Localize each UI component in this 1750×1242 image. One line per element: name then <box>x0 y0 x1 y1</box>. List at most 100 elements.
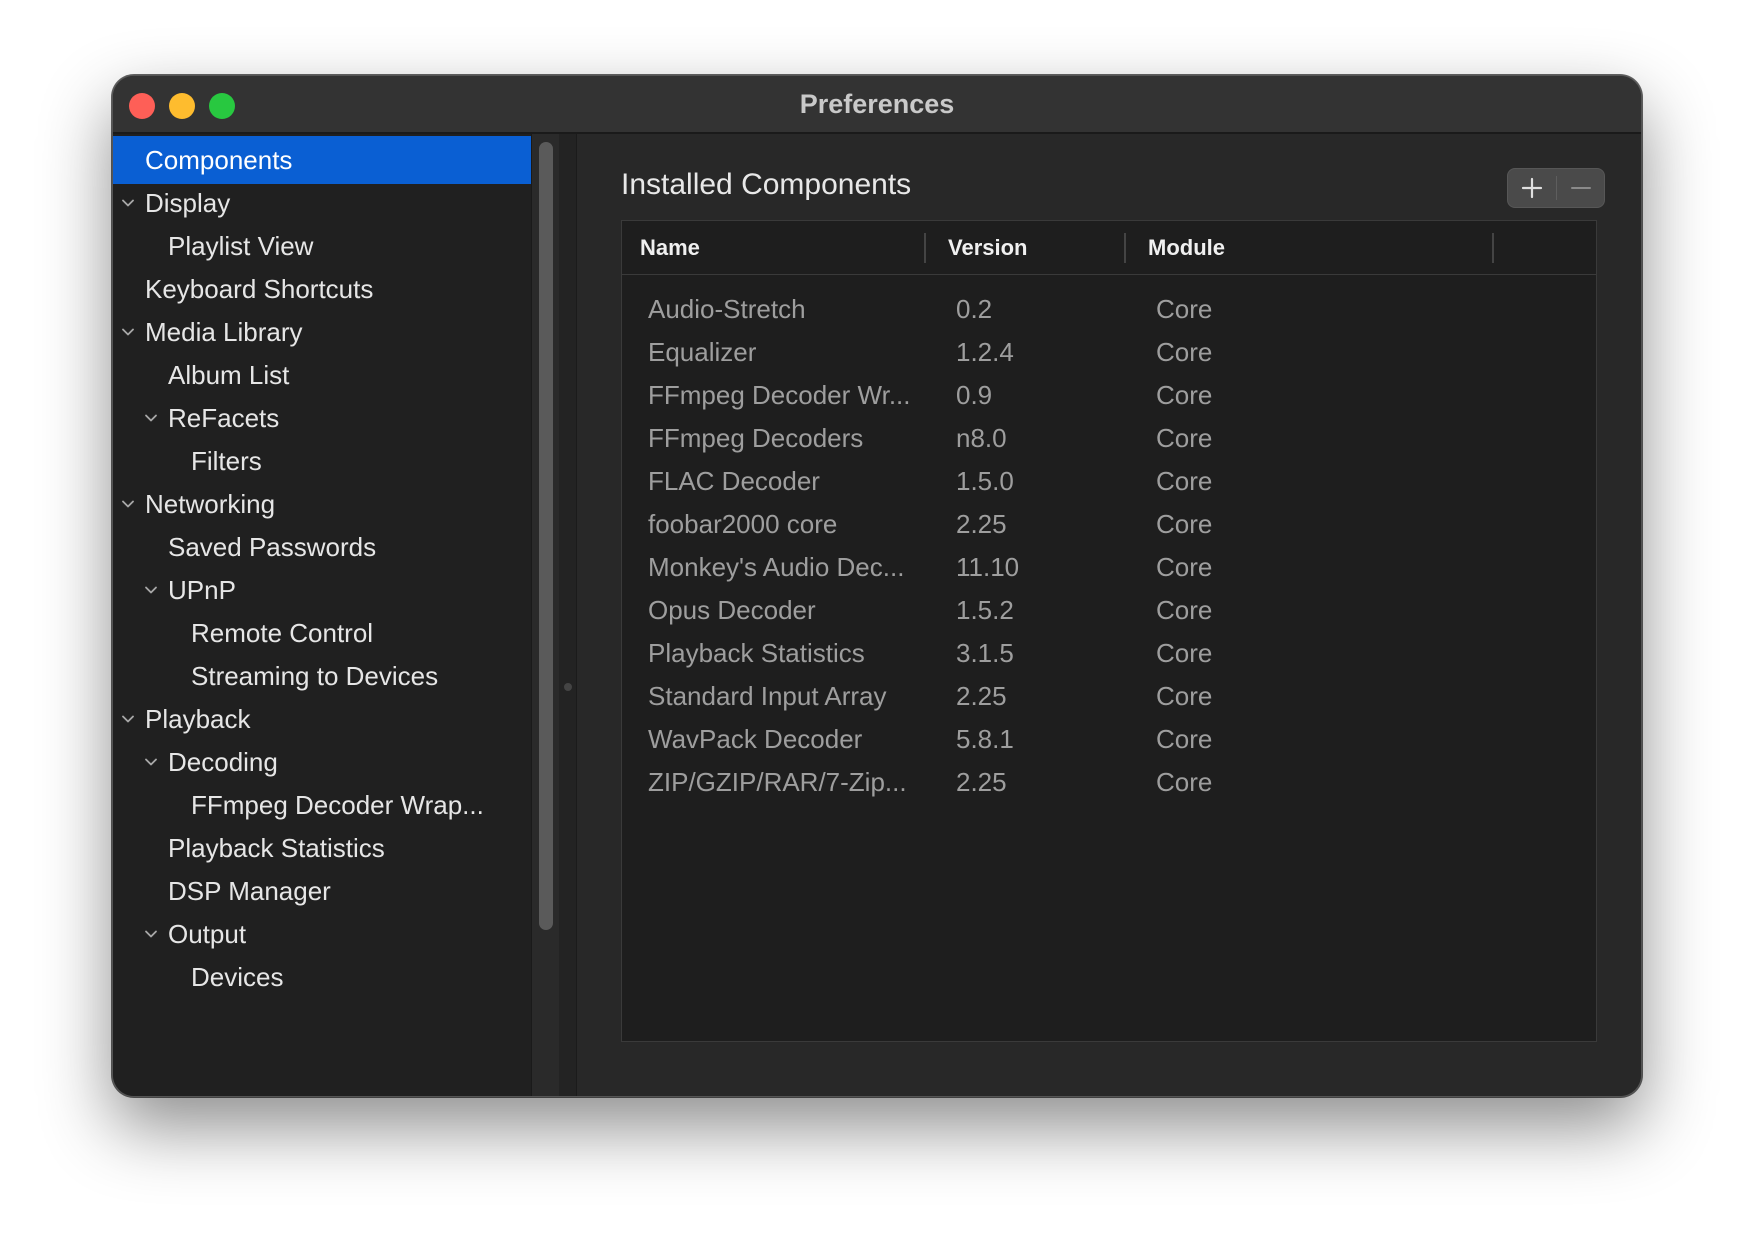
table-row[interactable]: FFmpeg Decoders n8.0 Core <box>622 414 1596 462</box>
sidebar-item-label: Playback <box>145 704 251 734</box>
table-row[interactable]: Audio-Stretch 0.2 Core <box>622 285 1596 333</box>
table-header: Name Version Module <box>622 221 1596 275</box>
sidebar-item[interactable]: Devices <box>113 953 531 1001</box>
components-panel: Installed Components Name Version Module <box>577 134 1641 1096</box>
sidebar-item-label: Playlist View <box>168 231 314 261</box>
preferences-sidebar-tree[interactable]: Components Display Playlist View Keyboard S… <box>113 134 531 1096</box>
sidebar-item[interactable]: ReFacets <box>113 394 531 442</box>
cell-name: Opus Decoder <box>648 595 816 625</box>
table-row[interactable]: Playback Statistics 3.1.5 Core <box>622 629 1596 677</box>
split-view-divider[interactable] <box>559 134 577 1096</box>
sidebar-item[interactable]: DSP Manager <box>113 867 531 915</box>
sidebar-item[interactable]: Filters <box>113 437 531 485</box>
cell-version: 2.25 <box>956 681 1007 711</box>
cell-module: Core <box>1156 552 1213 582</box>
sidebar-item[interactable]: FFmpeg Decoder Wrap... <box>113 781 531 829</box>
sidebar-item-label: Streaming to Devices <box>191 661 439 691</box>
sidebar-item[interactable]: Decoding <box>113 738 531 786</box>
table-row[interactable]: FFmpeg Decoder Wr... 0.9 Core <box>622 371 1596 419</box>
sidebar-scrollbar[interactable] <box>531 134 559 1096</box>
sidebar-item-label: Keyboard Shortcuts <box>145 274 374 304</box>
column-separator[interactable] <box>1492 233 1494 263</box>
chevron-down-icon[interactable] <box>121 497 135 511</box>
chevron-down-icon[interactable] <box>144 927 158 941</box>
preferences-window: Preferences Components Display Playlist Vi… <box>112 75 1642 1097</box>
cell-module: Core <box>1156 595 1213 625</box>
sidebar-item-label: FFmpeg Decoder Wrap... <box>191 790 484 820</box>
sidebar-item-label: DSP Manager <box>168 876 331 906</box>
table-row[interactable]: foobar2000 core 2.25 Core <box>622 500 1596 548</box>
cell-name: FFmpeg Decoders <box>648 423 864 453</box>
cell-name: Playback Statistics <box>648 638 865 668</box>
minus-icon <box>1571 187 1591 189</box>
add-component-button[interactable] <box>1508 169 1556 207</box>
cell-module: Core <box>1156 466 1213 496</box>
cell-name: Monkey's Audio Dec... <box>648 552 905 582</box>
cell-version: 1.5.2 <box>956 595 1014 625</box>
sidebar-item[interactable]: Output <box>113 910 531 958</box>
cell-version: 0.2 <box>956 294 993 324</box>
chevron-down-icon[interactable] <box>144 755 158 769</box>
cell-module: Core <box>1156 423 1213 453</box>
table-row[interactable]: FLAC Decoder 1.5.0 Core <box>622 457 1596 505</box>
column-separator[interactable] <box>1124 233 1126 263</box>
remove-component-button[interactable] <box>1557 169 1605 207</box>
table-row[interactable]: Opus Decoder 1.5.2 Core <box>622 586 1596 634</box>
table-row[interactable]: ZIP/GZIP/RAR/7-Zip... 2.25 Core <box>622 758 1596 806</box>
divider-handle-icon <box>564 683 572 691</box>
sidebar-item[interactable]: Networking <box>113 480 531 528</box>
sidebar-item-label: Media Library <box>145 317 303 347</box>
table-row[interactable]: WavPack Decoder 5.8.1 Core <box>622 715 1596 763</box>
column-header-version[interactable]: Version <box>948 221 1027 275</box>
plus-icon <box>1521 177 1543 199</box>
sidebar-item[interactable]: Playlist View <box>113 222 531 270</box>
window-title: Preferences <box>799 89 955 119</box>
column-header-name[interactable]: Name <box>640 221 700 275</box>
section-title: Installed Components <box>621 168 912 201</box>
table-row[interactable]: Standard Input Array 2.25 Core <box>622 672 1596 720</box>
sidebar-item-label: Display <box>145 188 231 218</box>
cell-version: 0.9 <box>956 380 993 410</box>
sidebar-item-label: Playback Statistics <box>168 833 385 863</box>
chevron-down-icon[interactable] <box>121 196 135 210</box>
sidebar-item[interactable]: Streaming to Devices <box>113 652 531 700</box>
sidebar-item[interactable]: Playback Statistics <box>113 824 531 872</box>
sidebar-item[interactable]: Remote Control <box>113 609 531 657</box>
installed-components-table[interactable]: Name Version Module Audio-Stretch 0.2 Core… <box>621 220 1597 1042</box>
sidebar-scrollbar-thumb[interactable] <box>539 142 553 930</box>
chevron-down-icon[interactable] <box>144 411 158 425</box>
sidebar-item-label: Filters <box>191 446 262 476</box>
sidebar-item-label: Remote Control <box>191 618 374 648</box>
sidebar-item[interactable]: Playback <box>113 695 531 743</box>
sidebar-item-label: UPnP <box>168 575 236 605</box>
cell-name: Standard Input Array <box>648 681 887 711</box>
column-header-module[interactable]: Module <box>1148 221 1225 275</box>
title-bar[interactable]: Preferences <box>113 76 1641 134</box>
sidebar-item[interactable]: Media Library <box>113 308 531 356</box>
cell-version: 5.8.1 <box>956 724 1014 754</box>
cell-module: Core <box>1156 294 1213 324</box>
sidebar-item[interactable]: UPnP <box>113 566 531 614</box>
table-row[interactable]: Monkey's Audio Dec... 11.10 Core <box>622 543 1596 591</box>
table-row[interactable]: Equalizer 1.2.4 Core <box>622 328 1596 376</box>
sidebar-item-label: Components <box>145 145 293 175</box>
sidebar-item[interactable]: Keyboard Shortcuts <box>113 265 531 313</box>
sidebar-item-label: Devices <box>191 962 284 992</box>
sidebar-item[interactable]: Components <box>113 136 531 184</box>
sidebar-item-label: Saved Passwords <box>168 532 377 562</box>
column-separator[interactable] <box>924 233 926 263</box>
chevron-down-icon[interactable] <box>144 583 158 597</box>
sidebar-item[interactable]: Display <box>113 179 531 227</box>
sidebar-item-label: Album List <box>168 360 290 390</box>
chevron-down-icon[interactable] <box>121 325 135 339</box>
sidebar-item[interactable]: Saved Passwords <box>113 523 531 571</box>
cell-version: 1.5.0 <box>956 466 1014 496</box>
chevron-down-icon[interactable] <box>121 712 135 726</box>
cell-version: 2.25 <box>956 767 1007 797</box>
cell-version: 3.1.5 <box>956 638 1014 668</box>
cell-name: WavPack Decoder <box>648 724 863 754</box>
sidebar-item[interactable]: Album List <box>113 351 531 399</box>
cell-module: Core <box>1156 380 1213 410</box>
cell-version: 1.2.4 <box>956 337 1014 367</box>
cell-module: Core <box>1156 509 1213 539</box>
